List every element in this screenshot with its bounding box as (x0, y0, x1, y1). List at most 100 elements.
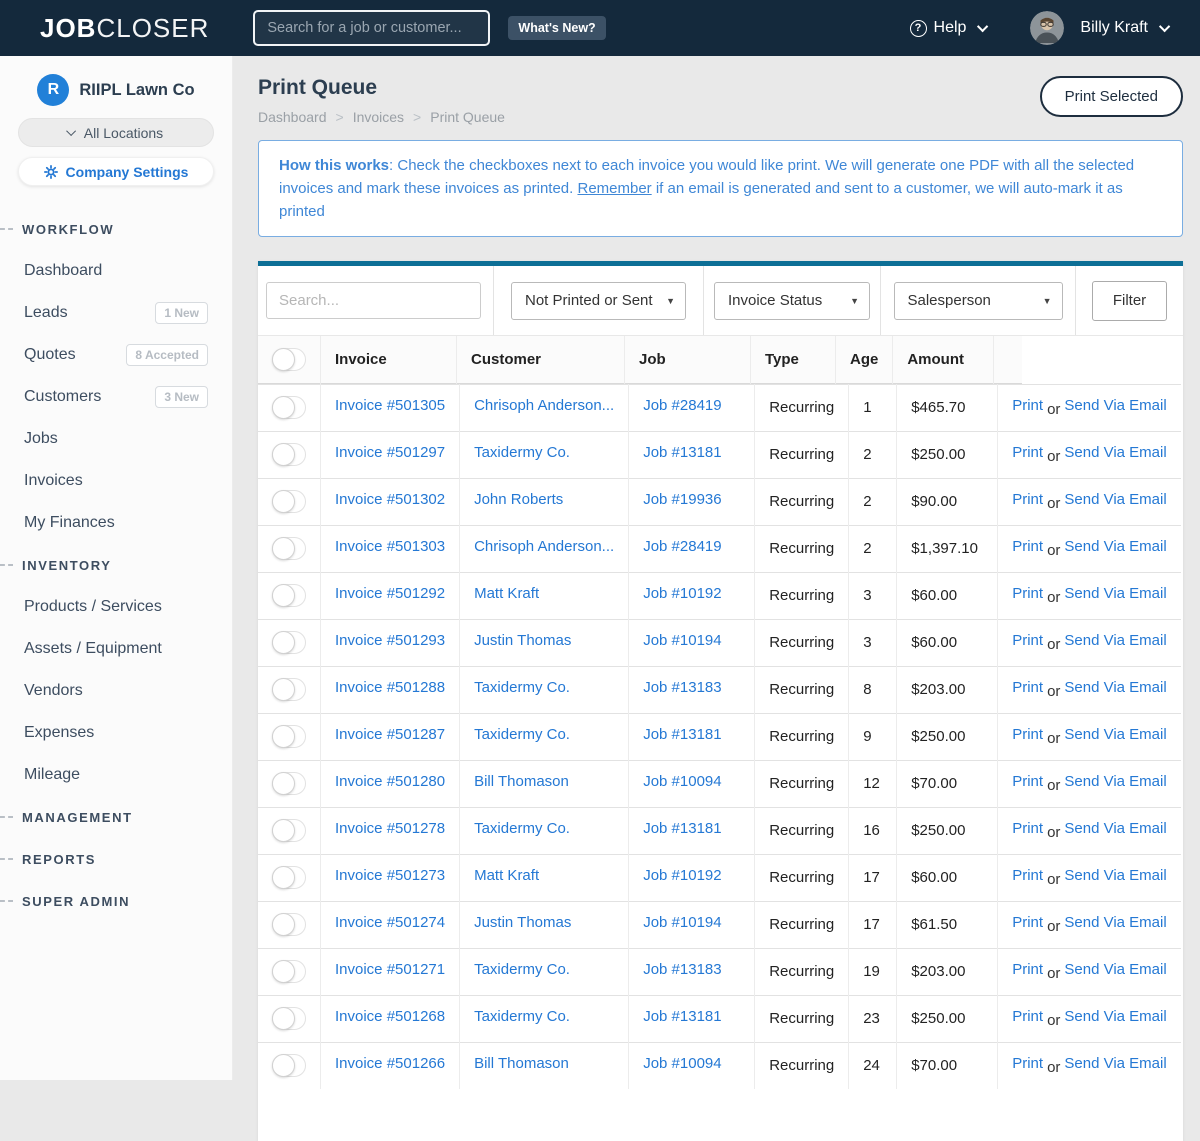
invoice-link[interactable]: Invoice #501280 (335, 773, 445, 790)
job-link[interactable]: Job #28419 (643, 397, 721, 414)
print-action[interactable]: Print (1012, 491, 1043, 508)
sidebar-item-my-finances[interactable]: My Finances (0, 502, 232, 544)
invoice-status-dropdown[interactable]: Invoice Status ▼ (714, 281, 870, 320)
sidebar-item-quotes[interactable]: Quotes 8 Accepted (0, 334, 232, 376)
invoice-link[interactable]: Invoice #501266 (335, 1055, 445, 1072)
customer-link[interactable]: Matt Kraft (474, 867, 539, 884)
print-action[interactable]: Print (1012, 820, 1043, 837)
invoice-link[interactable]: Invoice #501297 (335, 444, 445, 461)
send-email-action[interactable]: Send Via Email (1064, 961, 1166, 978)
row-select-toggle[interactable] (272, 396, 306, 419)
user-avatar[interactable] (1030, 11, 1065, 45)
filter-button[interactable]: Filter (1092, 280, 1167, 321)
job-link[interactable]: Job #13181 (643, 726, 721, 743)
invoice-link[interactable]: Invoice #501303 (335, 538, 445, 555)
whats-new-button[interactable]: What's New? (508, 16, 606, 40)
customer-link[interactable]: Chrisoph Anderson... (474, 397, 614, 414)
breadcrumb-dashboard[interactable]: Dashboard (258, 109, 327, 125)
print-action[interactable]: Print (1012, 632, 1043, 649)
job-link[interactable]: Job #10192 (643, 867, 721, 884)
print-action[interactable]: Print (1012, 538, 1043, 555)
customer-link[interactable]: Taxidermy Co. (474, 679, 570, 696)
print-action[interactable]: Print (1012, 679, 1043, 696)
job-link[interactable]: Job #19936 (643, 491, 721, 508)
job-link[interactable]: Job #10094 (643, 1055, 721, 1072)
send-email-action[interactable]: Send Via Email (1064, 585, 1166, 602)
print-action[interactable]: Print (1012, 444, 1043, 461)
send-email-action[interactable]: Send Via Email (1064, 1055, 1166, 1072)
print-action[interactable]: Print (1012, 726, 1043, 743)
job-link[interactable]: Job #13181 (643, 444, 721, 461)
invoice-link[interactable]: Invoice #501292 (335, 585, 445, 602)
row-select-toggle[interactable] (272, 443, 306, 466)
customer-link[interactable]: Taxidermy Co. (474, 1008, 570, 1025)
customer-link[interactable]: John Roberts (474, 491, 563, 508)
global-search-input[interactable] (253, 10, 491, 46)
sidebar-item-products-services[interactable]: Products / Services (0, 586, 232, 628)
sidebar-item-assets-equipment[interactable]: Assets / Equipment (0, 628, 232, 670)
sidebar-section-management[interactable]: MANAGEMENT (0, 796, 232, 838)
send-email-action[interactable]: Send Via Email (1064, 679, 1166, 696)
row-select-toggle[interactable] (272, 584, 306, 607)
all-locations-selector[interactable]: All Locations (18, 118, 214, 147)
job-link[interactable]: Job #13181 (643, 1008, 721, 1025)
user-name[interactable]: Billy Kraft (1080, 19, 1148, 37)
invoice-link[interactable]: Invoice #501278 (335, 820, 445, 837)
sidebar-section-reports[interactable]: REPORTS (0, 838, 232, 880)
invoice-link[interactable]: Invoice #501287 (335, 726, 445, 743)
print-action[interactable]: Print (1012, 867, 1043, 884)
customer-link[interactable]: Matt Kraft (474, 585, 539, 602)
row-select-toggle[interactable] (272, 1054, 306, 1078)
job-link[interactable]: Job #10194 (643, 632, 721, 649)
job-link[interactable]: Job #13183 (643, 679, 721, 696)
row-select-toggle[interactable] (272, 866, 306, 889)
row-select-toggle[interactable] (272, 960, 306, 983)
print-action[interactable]: Print (1012, 397, 1043, 414)
row-select-toggle[interactable] (272, 678, 306, 701)
invoice-link[interactable]: Invoice #501271 (335, 961, 445, 978)
print-action[interactable]: Print (1012, 585, 1043, 602)
invoice-link[interactable]: Invoice #501305 (335, 397, 445, 414)
job-link[interactable]: Job #10094 (643, 773, 721, 790)
job-link[interactable]: Job #10194 (643, 914, 721, 931)
send-email-action[interactable]: Send Via Email (1064, 538, 1166, 555)
row-select-toggle[interactable] (272, 725, 306, 748)
send-email-action[interactable]: Send Via Email (1064, 773, 1166, 790)
sidebar-item-expenses[interactable]: Expenses (0, 712, 232, 754)
row-select-toggle[interactable] (272, 490, 306, 513)
sidebar-section-workflow[interactable]: WORKFLOW (0, 208, 232, 250)
job-link[interactable]: Job #13181 (643, 820, 721, 837)
send-email-action[interactable]: Send Via Email (1064, 397, 1166, 414)
customer-link[interactable]: Taxidermy Co. (474, 444, 570, 461)
invoice-link[interactable]: Invoice #501288 (335, 679, 445, 696)
customer-link[interactable]: Bill Thomason (474, 1055, 569, 1072)
send-email-action[interactable]: Send Via Email (1064, 820, 1166, 837)
customer-link[interactable]: Taxidermy Co. (474, 961, 570, 978)
sidebar-section-inventory[interactable]: INVENTORY (0, 544, 232, 586)
invoice-link[interactable]: Invoice #501268 (335, 1008, 445, 1025)
invoice-link[interactable]: Invoice #501274 (335, 914, 445, 931)
app-logo[interactable]: JOBCLOSER (40, 13, 209, 44)
job-link[interactable]: Job #10192 (643, 585, 721, 602)
print-action[interactable]: Print (1012, 773, 1043, 790)
sidebar-item-invoices[interactable]: Invoices (0, 460, 232, 502)
sidebar-item-leads[interactable]: Leads 1 New (0, 292, 232, 334)
row-select-toggle[interactable] (272, 819, 306, 842)
send-email-action[interactable]: Send Via Email (1064, 726, 1166, 743)
table-search-input[interactable] (266, 282, 481, 319)
customer-link[interactable]: Taxidermy Co. (474, 726, 570, 743)
customer-link[interactable]: Bill Thomason (474, 773, 569, 790)
send-email-action[interactable]: Send Via Email (1064, 914, 1166, 931)
row-select-toggle[interactable] (272, 631, 306, 654)
customer-link[interactable]: Justin Thomas (474, 914, 571, 931)
sidebar-item-mileage[interactable]: Mileage (0, 754, 232, 796)
send-email-action[interactable]: Send Via Email (1064, 491, 1166, 508)
print-action[interactable]: Print (1012, 914, 1043, 931)
print-action[interactable]: Print (1012, 1008, 1043, 1025)
sidebar-section-super-admin[interactable]: SUPER ADMIN (0, 880, 232, 922)
invoice-link[interactable]: Invoice #501273 (335, 867, 445, 884)
sidebar-item-dashboard[interactable]: Dashboard (0, 250, 232, 292)
print-selected-button[interactable]: Print Selected (1039, 76, 1183, 117)
send-email-action[interactable]: Send Via Email (1064, 1008, 1166, 1025)
job-link[interactable]: Job #28419 (643, 538, 721, 555)
